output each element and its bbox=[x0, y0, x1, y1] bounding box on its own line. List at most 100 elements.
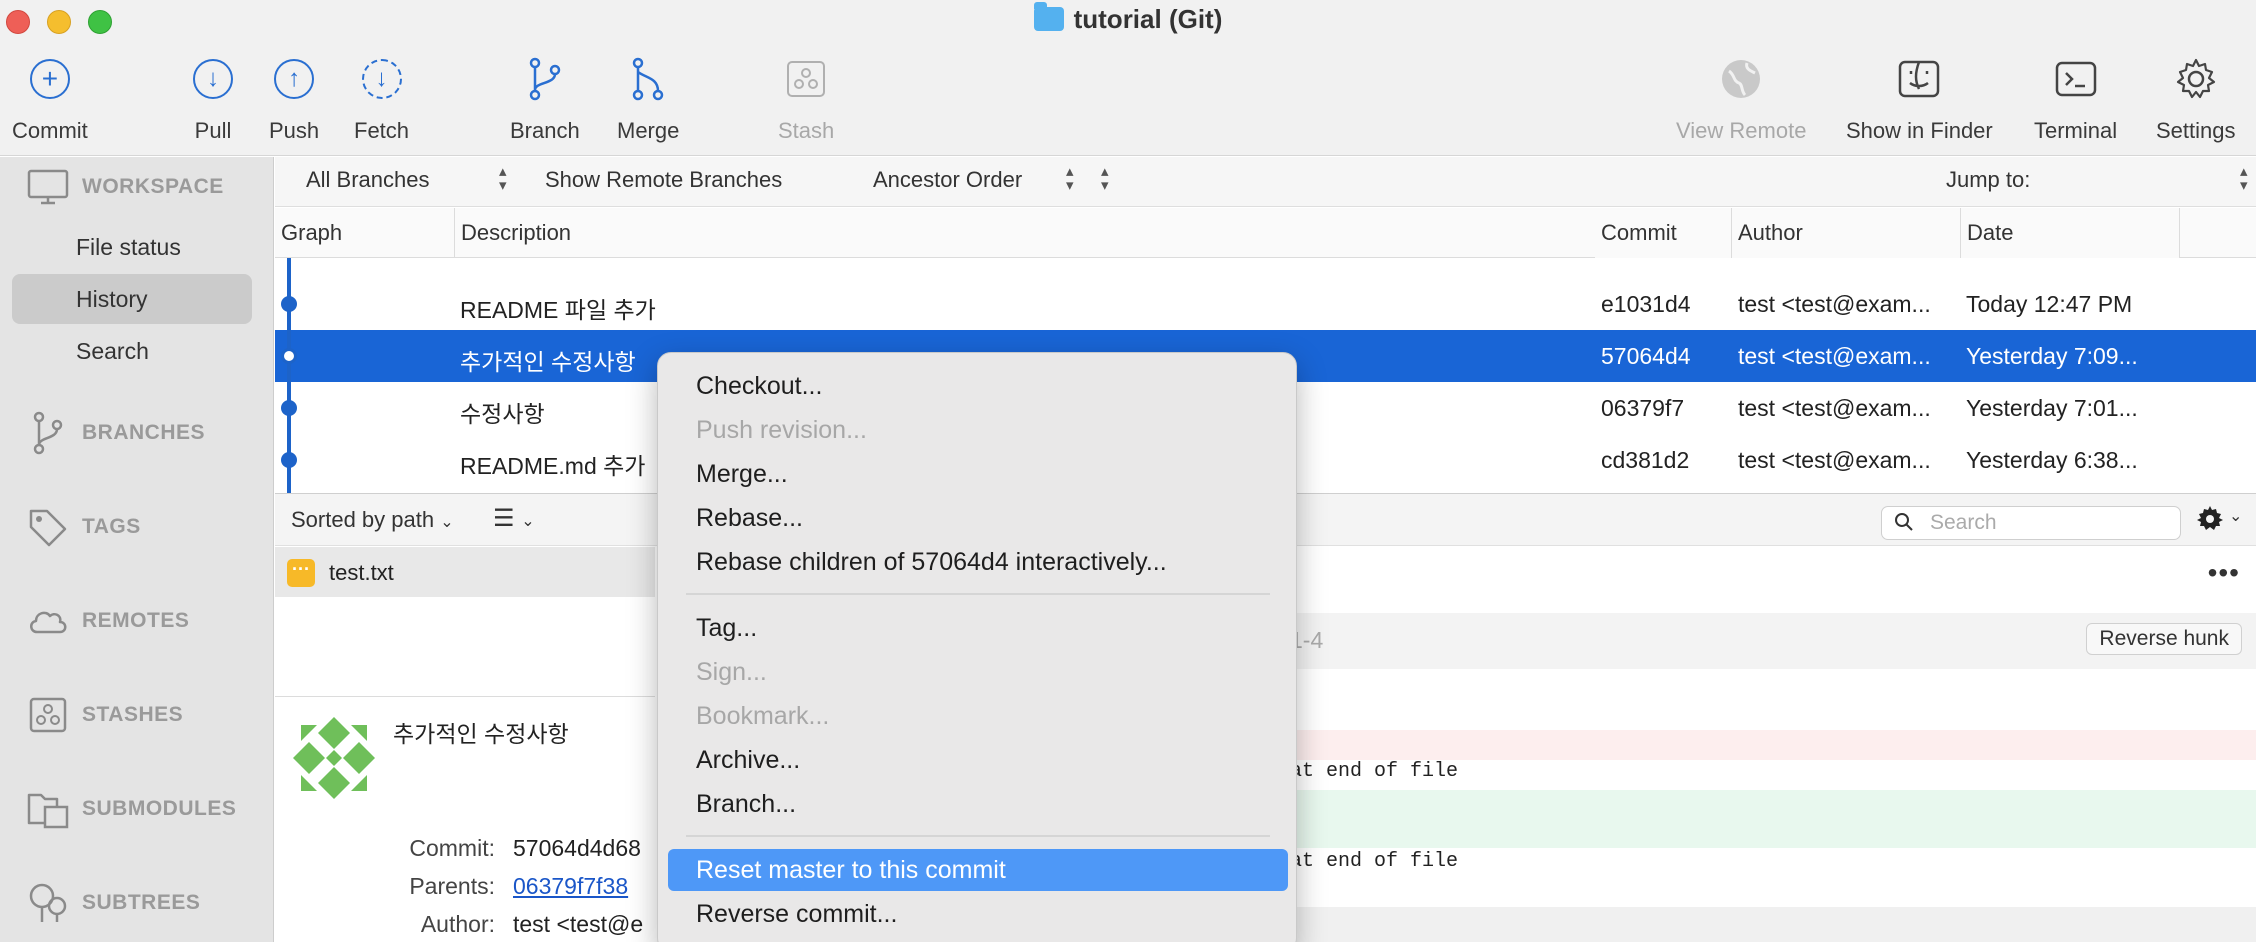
sidebar-section-label: STASHES bbox=[82, 703, 184, 726]
menu-separator bbox=[686, 593, 1270, 595]
commit-author: test <test@exam... bbox=[1738, 343, 1931, 369]
diff-line-added bbox=[1290, 790, 2256, 848]
sidebar-section-label: BRANCHES bbox=[82, 421, 206, 444]
gear-icon bbox=[2176, 58, 2215, 99]
stash-box-icon bbox=[29, 697, 67, 733]
commit-graph-node-selected bbox=[281, 348, 297, 364]
sidebar-item-file-status[interactable]: File status bbox=[12, 222, 252, 272]
commit-date: Yesterday 7:09... bbox=[1966, 343, 2138, 369]
commit-graph-node bbox=[281, 400, 297, 416]
chevron-down-icon: ⌄ bbox=[2229, 508, 2243, 525]
menu-item-checkout[interactable]: Checkout... bbox=[668, 365, 1288, 407]
menu-item-bookmark[interactable]: Bookmark... bbox=[668, 695, 1288, 737]
sidebar-item-label: Search bbox=[76, 338, 149, 364]
menu-item-tag[interactable]: Tag... bbox=[668, 607, 1288, 649]
commit-date: Yesterday 7:01... bbox=[1966, 395, 2138, 421]
menu-item-merge[interactable]: Merge... bbox=[668, 453, 1288, 495]
sidebar-item-label: History bbox=[76, 286, 148, 312]
menu-item-archive[interactable]: Archive... bbox=[668, 739, 1288, 781]
sidebar-item-search[interactable]: Search bbox=[12, 326, 252, 376]
more-options-icon[interactable]: ••• bbox=[2208, 557, 2240, 589]
settings-label: Settings bbox=[2156, 118, 2236, 143]
search-icon bbox=[1895, 513, 1913, 531]
commit-hash: 06379f7 bbox=[1601, 395, 1685, 421]
parent-commit-link[interactable]: 06379f7f38 bbox=[513, 873, 628, 900]
search-input[interactable] bbox=[1930, 509, 2170, 537]
subtree-icon bbox=[29, 883, 67, 922]
commit-details-panel: 추가적인 수정사항 Commit: 57064d4d68 Parents: 06… bbox=[275, 697, 665, 942]
stash-label: Stash bbox=[778, 118, 835, 143]
tag-icon bbox=[29, 509, 67, 547]
commit-hash-full: 57064d4d68 bbox=[513, 835, 641, 861]
branch-filter-select[interactable]: All Branches ▴ ▾ bbox=[306, 164, 507, 193]
commit-graph-node bbox=[281, 296, 297, 312]
sidebar-item-history[interactable]: History bbox=[12, 274, 252, 324]
branch-label: Branch bbox=[510, 118, 580, 143]
sidebar-section-label: WORKSPACE bbox=[82, 175, 224, 198]
jump-to-select[interactable]: Jump to: ▴ ▾ bbox=[1946, 164, 2248, 193]
sort-value: Sorted by path bbox=[291, 507, 435, 532]
sidebar-section-tags[interactable]: TAGS bbox=[26, 507, 141, 547]
file-search-box[interactable] bbox=[1881, 506, 2181, 540]
updown-chevron-icon: ▴ ▾ bbox=[1066, 163, 1074, 194]
column-header-commit[interactable]: Commit bbox=[1595, 208, 1732, 258]
diff-footer bbox=[1290, 907, 2256, 942]
push-label: Push bbox=[269, 118, 320, 143]
view-remote-button[interactable]: View Remote bbox=[1676, 54, 1806, 144]
menu-item-branch[interactable]: Branch... bbox=[668, 783, 1288, 825]
sidebar-section-submodules[interactable]: SUBMODULES bbox=[26, 789, 236, 829]
diff-view: ••• 1-4 Reverse hunk at end of file at e… bbox=[1290, 547, 2256, 942]
fetch-button[interactable]: ↓ Fetch bbox=[354, 54, 409, 144]
sidebar-section-branches[interactable]: BRANCHES bbox=[26, 411, 206, 455]
commit-author: test <test@exam... bbox=[1738, 395, 1931, 421]
commit-description: README 파일 추가 bbox=[460, 297, 656, 323]
remote-filter-value: Show Remote Branches bbox=[545, 167, 783, 192]
commit-description: 수정사항 bbox=[460, 401, 545, 427]
column-header-graph[interactable]: Graph bbox=[275, 208, 455, 258]
commit-label: Commit bbox=[12, 118, 88, 143]
column-header-author[interactable]: Author bbox=[1732, 208, 1961, 258]
branch-button[interactable]: Branch bbox=[510, 54, 580, 144]
pull-button[interactable]: ↓ Pull bbox=[188, 54, 238, 144]
reverse-hunk-button[interactable]: Reverse hunk bbox=[2086, 623, 2242, 655]
settings-button[interactable]: Settings bbox=[2156, 54, 2236, 144]
order-select[interactable]: Ancestor Order ▴ ▾ bbox=[873, 163, 1074, 194]
history-table-header: Graph Description Commit Author Date bbox=[275, 208, 2256, 258]
terminal-button[interactable]: Terminal bbox=[2034, 54, 2117, 144]
commit-author: test <test@exam... bbox=[1738, 291, 1931, 317]
menu-item-rebase-interactive[interactable]: Rebase children of 57064d4 interactively… bbox=[668, 541, 1288, 583]
sidebar-section-stashes[interactable]: STASHES bbox=[26, 695, 183, 735]
merge-button[interactable]: Merge bbox=[617, 54, 679, 144]
menu-item-sign[interactable]: Sign... bbox=[668, 651, 1288, 693]
branch-icon bbox=[33, 411, 63, 455]
menu-item-reverse-commit[interactable]: Reverse commit... bbox=[668, 893, 1288, 935]
file-options-button[interactable]: ⌄ bbox=[2195, 502, 2249, 536]
finder-icon bbox=[1899, 60, 1940, 98]
commit-label: Commit: bbox=[409, 835, 495, 861]
list-view-select[interactable]: ☰ ⌄ bbox=[493, 504, 535, 533]
sidebar-section-subtrees[interactable]: SUBTREES bbox=[26, 883, 200, 923]
file-list-item[interactable]: ··· test.txt bbox=[275, 547, 655, 597]
commit-hash: e1031d4 bbox=[1601, 291, 1691, 317]
commit-date: Today 12:47 PM bbox=[1966, 291, 2133, 317]
push-button[interactable]: ↑ Push bbox=[269, 54, 319, 144]
updown-chevron-icon: ▴ ▾ bbox=[1101, 163, 1109, 194]
sort-select[interactable]: Sorted by path ⌄ bbox=[291, 507, 454, 533]
commit-button[interactable]: + Commit bbox=[12, 54, 88, 144]
gear-icon bbox=[2197, 506, 2223, 530]
commit-message: 추가적인 수정사항 bbox=[393, 721, 569, 747]
remote-filter-select[interactable]: Show Remote Branches ▴ ▾ bbox=[545, 164, 1109, 193]
column-header-date[interactable]: Date bbox=[1961, 208, 2180, 258]
table-row[interactable]: README 파일 추가 e1031d4 test <test@exam... … bbox=[275, 278, 2256, 330]
file-name: test.txt bbox=[329, 560, 394, 585]
sidebar-section-workspace[interactable]: WORKSPACE bbox=[26, 167, 224, 207]
menu-item-rebase[interactable]: Rebase... bbox=[668, 497, 1288, 539]
menu-item-push-revision[interactable]: Push revision... bbox=[668, 409, 1288, 451]
stash-button[interactable]: Stash bbox=[778, 54, 834, 144]
menu-item-reset-to-commit[interactable]: Reset master to this commit bbox=[668, 849, 1288, 891]
show-in-finder-button[interactable]: Show in Finder bbox=[1846, 54, 1993, 144]
window-toolbar: tutorial (Git) + Commit ↓ Pull ↑ Push ↓ … bbox=[0, 0, 2256, 156]
plus-circle-icon: + bbox=[29, 59, 70, 99]
submodule-icon bbox=[27, 793, 69, 829]
sidebar-section-remotes[interactable]: REMOTES bbox=[26, 601, 189, 641]
